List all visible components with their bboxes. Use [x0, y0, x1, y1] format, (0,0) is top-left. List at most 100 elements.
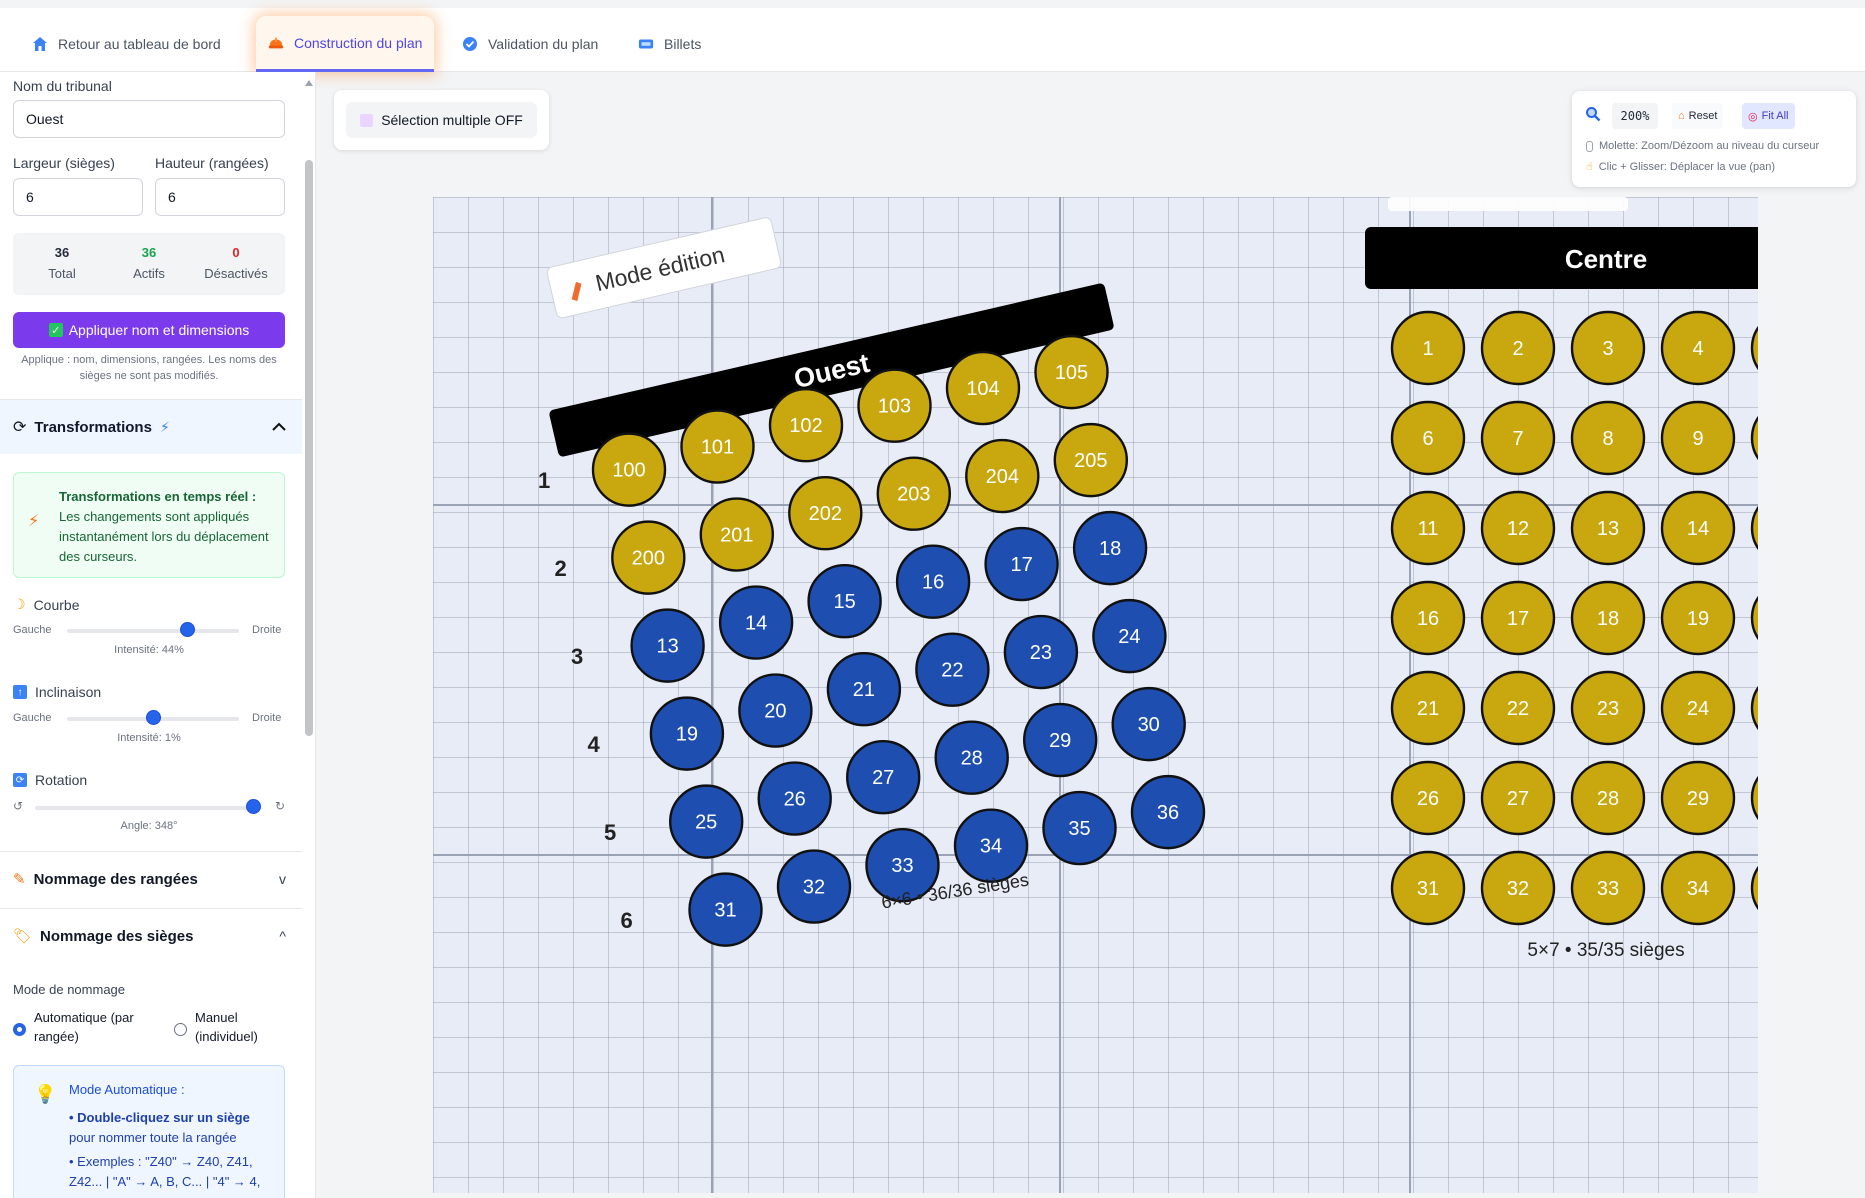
seat-partial[interactable]: [1750, 852, 1758, 924]
seat[interactable]: 204: [965, 438, 1040, 514]
west-tribune[interactable]: Ouest Mode édition 123456 10010110210310…: [538, 217, 1206, 947]
seat[interactable]: 21: [826, 652, 902, 727]
seat[interactable]: 101: [680, 409, 755, 484]
seat[interactable]: 14: [1660, 490, 1736, 566]
seat[interactable]: 24: [1660, 670, 1736, 746]
seat-partial[interactable]: [1750, 672, 1758, 744]
apply-button[interactable]: ✓ Appliquer nom et dimensions: [13, 312, 285, 348]
seat-partial[interactable]: [1750, 402, 1758, 474]
seat-partial[interactable]: [1750, 762, 1758, 834]
seat[interactable]: 22: [915, 632, 990, 707]
tab-dashboard[interactable]: Retour au tableau de bord: [20, 16, 233, 72]
seat[interactable]: 18: [1072, 510, 1148, 586]
auto-mode-radio[interactable]: [13, 1023, 26, 1036]
manual-mode-label[interactable]: Manuel (individuel): [195, 1008, 258, 1046]
scroll-up-icon[interactable]: [305, 80, 313, 86]
seat[interactable]: 19: [1660, 580, 1736, 656]
fit-all-button[interactable]: ◎ Fit All: [1742, 103, 1795, 129]
seat[interactable]: 8: [1570, 400, 1646, 476]
rotation-slider[interactable]: [35, 806, 260, 810]
seat[interactable]: 27: [846, 740, 921, 815]
seat[interactable]: 29: [1023, 702, 1098, 778]
seat[interactable]: 13: [1570, 490, 1646, 566]
seat[interactable]: 103: [857, 368, 932, 443]
seat[interactable]: 16: [895, 544, 971, 619]
seat[interactable]: 33: [1570, 850, 1646, 926]
seat[interactable]: 16: [1390, 580, 1466, 656]
seat[interactable]: 23: [1003, 614, 1079, 690]
plan-canvas[interactable]: Centre 1 2 3 4 6 7 8 9 11 12 13 14 16 17 18 19 21 22 23 24 2…: [433, 197, 1758, 1193]
seat[interactable]: 28: [1570, 760, 1646, 836]
seat-partial[interactable]: [1750, 312, 1758, 384]
seat[interactable]: 203: [876, 456, 951, 531]
height-input[interactable]: 6: [155, 178, 285, 216]
seat[interactable]: 205: [1053, 422, 1128, 498]
seat[interactable]: 15: [807, 564, 882, 639]
reset-button[interactable]: ⌂ Reset: [1672, 103, 1724, 129]
seat[interactable]: 13: [630, 608, 705, 683]
seat[interactable]: 22: [1480, 670, 1556, 746]
seat[interactable]: 17: [984, 526, 1059, 602]
seat[interactable]: 20: [738, 673, 813, 748]
seat[interactable]: 21: [1390, 670, 1466, 746]
seat[interactable]: 30: [1111, 686, 1186, 762]
name-input[interactable]: Ouest: [13, 100, 285, 138]
seat[interactable]: 100: [591, 432, 667, 507]
seat[interactable]: 25: [669, 784, 744, 859]
seat[interactable]: 32: [776, 849, 852, 924]
curve-slider[interactable]: [67, 629, 239, 633]
transformations-header[interactable]: ⟳ Transformations ⚡: [0, 400, 302, 454]
seat[interactable]: 36: [1130, 774, 1206, 850]
seat[interactable]: 31: [688, 872, 763, 947]
seat[interactable]: 29: [1660, 760, 1736, 836]
tab-billets[interactable]: Billets: [626, 16, 713, 72]
seat[interactable]: 34: [1660, 850, 1736, 926]
seat[interactable]: 26: [1390, 760, 1466, 836]
tilt-slider-thumb[interactable]: [146, 710, 161, 725]
tab-validation[interactable]: Validation du plan: [450, 16, 610, 72]
seat[interactable]: 31: [1390, 850, 1466, 926]
row-naming-header[interactable]: ✎ Nommage des rangées v: [0, 852, 302, 906]
seat[interactable]: 1: [1390, 310, 1466, 386]
manual-mode-radio[interactable]: [174, 1023, 187, 1036]
auto-mode-label[interactable]: Automatique (par rangée): [34, 1008, 134, 1046]
seat[interactable]: 18: [1570, 580, 1646, 656]
seat-naming-header[interactable]: 🏷 Nommage des sièges ^: [0, 909, 302, 963]
seat[interactable]: 6: [1390, 400, 1466, 476]
seat[interactable]: 202: [788, 476, 863, 551]
multi-select-button[interactable]: Sélection multiple OFF: [346, 102, 537, 138]
curve-slider-thumb[interactable]: [180, 622, 196, 637]
seat-partial[interactable]: [1750, 492, 1758, 564]
seat[interactable]: 3: [1570, 310, 1646, 386]
seat[interactable]: 2: [1480, 310, 1556, 386]
seat[interactable]: 17: [1480, 580, 1556, 656]
seat[interactable]: 19: [649, 696, 725, 771]
seat[interactable]: 105: [1034, 334, 1109, 410]
seat[interactable]: 7: [1480, 400, 1556, 476]
seat[interactable]: 11: [1390, 490, 1466, 566]
seat[interactable]: 28: [934, 720, 1009, 795]
seat[interactable]: 32: [1480, 850, 1556, 926]
seat[interactable]: 12: [1480, 490, 1556, 566]
seat[interactable]: 104: [945, 350, 1021, 426]
seat-circle: [1750, 866, 1758, 910]
seat[interactable]: 14: [718, 585, 794, 660]
seat[interactable]: 27: [1480, 760, 1556, 836]
seat[interactable]: 26: [757, 761, 832, 836]
seat-partial[interactable]: [1750, 582, 1758, 654]
mode-edition-badge[interactable]: Mode édition: [546, 217, 782, 319]
seat[interactable]: 23: [1570, 670, 1646, 746]
scrollbar-thumb[interactable]: [305, 160, 313, 736]
seat[interactable]: 201: [699, 497, 774, 572]
rotation-slider-thumb[interactable]: [246, 799, 262, 814]
seat[interactable]: 9: [1660, 400, 1736, 476]
tab-construction[interactable]: Construction du plan: [256, 16, 435, 72]
centre-tribune[interactable]: Centre 1 2 3 46 7 8 911 12 13 1416 17 18 1921 22 23 242…: [1365, 197, 1758, 961]
seat[interactable]: 35: [1042, 790, 1117, 866]
seat[interactable]: 102: [768, 388, 844, 463]
width-input[interactable]: 6: [13, 178, 143, 216]
seat[interactable]: 4: [1660, 310, 1736, 386]
seat[interactable]: 24: [1092, 598, 1167, 674]
seat[interactable]: 200: [611, 520, 686, 595]
sidebar-scrollbar[interactable]: [305, 80, 313, 1198]
